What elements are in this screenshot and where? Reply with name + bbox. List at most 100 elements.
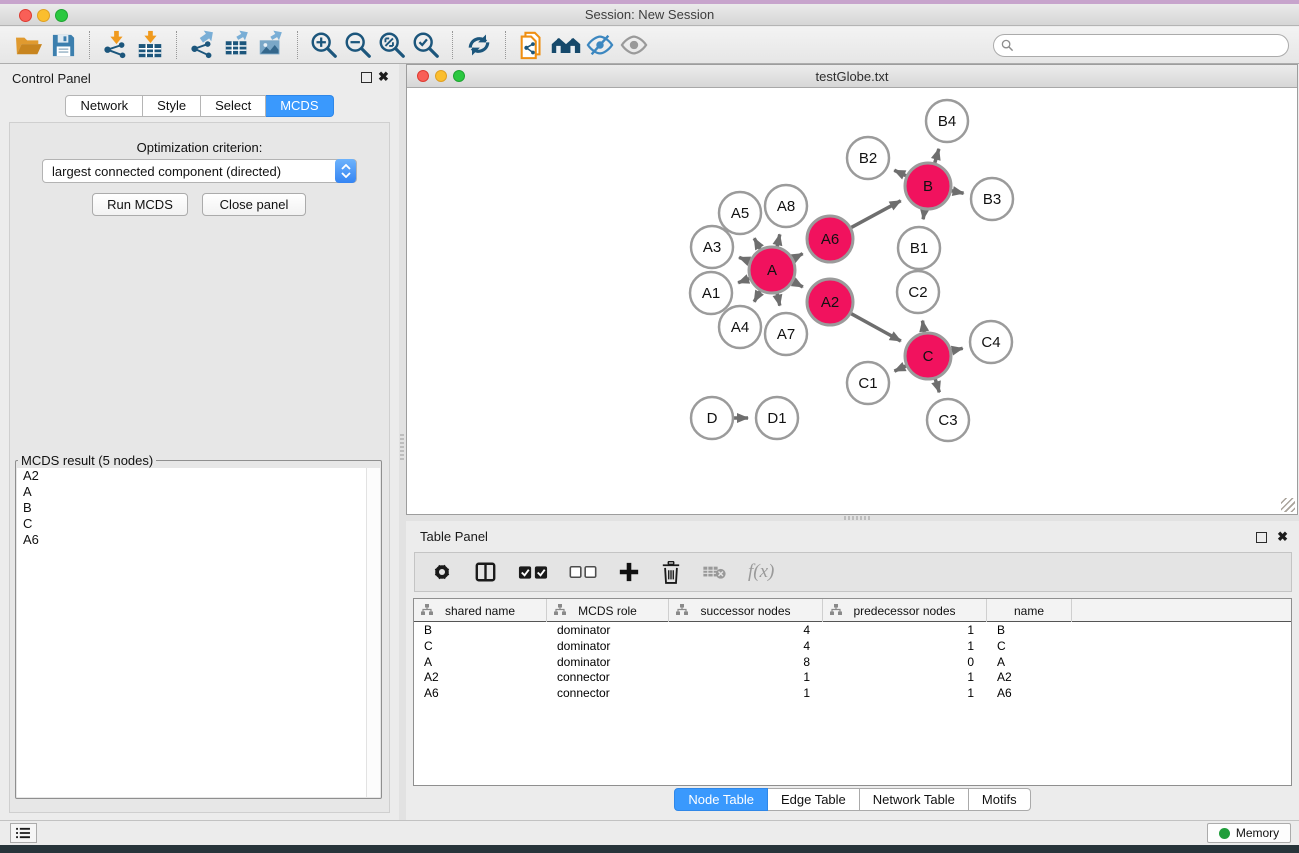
mcds-result-item[interactable]: B xyxy=(17,500,366,516)
table-cell[interactable]: connector xyxy=(547,669,669,685)
zoom-fit-icon[interactable] xyxy=(375,29,409,61)
table-row[interactable]: A2connector11A2 xyxy=(414,669,1291,685)
table-row[interactable]: Cdominator41C xyxy=(414,638,1291,654)
table-cell[interactable]: 8 xyxy=(669,654,823,670)
edge-B-B4[interactable] xyxy=(935,149,939,163)
table-cell[interactable]: A6 xyxy=(987,685,1072,701)
tab-select[interactable]: Select xyxy=(201,95,266,117)
node-A2[interactable]: A2 xyxy=(807,279,853,325)
divider-grip[interactable] xyxy=(400,434,404,460)
mcds-result-scrollbar[interactable] xyxy=(366,468,380,797)
table-cell[interactable]: C xyxy=(414,638,547,654)
network-canvas[interactable]: B4B2BB3A8A5A6A3B1AC2A1A2A4A7C4CC1C3DD1 xyxy=(407,89,1297,514)
node-D[interactable]: D xyxy=(691,397,733,439)
zoom-selected-icon[interactable] xyxy=(409,29,443,61)
table-cell[interactable]: A xyxy=(987,654,1072,670)
edge-A-A6[interactable] xyxy=(793,254,802,259)
function-builder-icon[interactable]: f(x) xyxy=(748,558,774,586)
memory-button[interactable]: Memory xyxy=(1207,823,1291,843)
edge-C-C3[interactable] xyxy=(935,379,939,392)
edge-B-B3[interactable] xyxy=(952,191,964,193)
table-cell[interactable]: dominator xyxy=(547,654,669,670)
node-A[interactable]: A xyxy=(749,247,795,293)
mcds-result-item[interactable]: A xyxy=(17,484,366,500)
table-cell[interactable]: C xyxy=(987,638,1072,654)
zoom-out-icon[interactable] xyxy=(341,29,375,61)
run-mcds-button[interactable]: Run MCDS xyxy=(92,193,188,216)
tab-node-table[interactable]: Node Table xyxy=(674,788,768,811)
deselect-all-checkboxes-icon[interactable] xyxy=(569,558,597,586)
table-cell[interactable]: 0 xyxy=(823,654,987,670)
node-B1[interactable]: B1 xyxy=(898,227,940,269)
column-header[interactable]: MCDS role xyxy=(547,599,669,622)
node-C1[interactable]: C1 xyxy=(847,362,889,404)
import-table-icon[interactable] xyxy=(133,29,167,61)
table-cell[interactable]: 4 xyxy=(669,638,823,654)
tab-network-table[interactable]: Network Table xyxy=(860,788,969,811)
node-C4[interactable]: C4 xyxy=(970,321,1012,363)
resize-grip-icon[interactable] xyxy=(1281,498,1295,512)
table-options-gear-icon[interactable] xyxy=(431,558,453,586)
select-all-checkboxes-icon[interactable] xyxy=(518,558,548,586)
column-header[interactable]: predecessor nodes xyxy=(823,599,987,622)
mcds-result-item[interactable]: A2 xyxy=(17,468,366,484)
table-cell[interactable]: B xyxy=(414,622,547,638)
export-table-icon[interactable] xyxy=(220,29,254,61)
import-network-icon[interactable] xyxy=(99,29,133,61)
edge-A-A7[interactable] xyxy=(777,293,780,305)
node-B2[interactable]: B2 xyxy=(847,137,889,179)
edge-B-B1[interactable] xyxy=(923,210,924,220)
table-cell[interactable]: B xyxy=(987,622,1072,638)
edge-B-B2[interactable] xyxy=(894,170,906,176)
tab-edge-table[interactable]: Edge Table xyxy=(768,788,860,811)
table-cell[interactable]: 1 xyxy=(823,685,987,701)
first-neighbors-icon[interactable] xyxy=(549,29,583,61)
tab-network[interactable]: Network xyxy=(65,95,143,117)
table-cell[interactable]: 1 xyxy=(823,669,987,685)
table-cell[interactable]: A2 xyxy=(414,669,547,685)
show-all-icon[interactable] xyxy=(617,29,651,61)
edge-A6-B[interactable] xyxy=(851,201,901,228)
task-history-button[interactable] xyxy=(10,823,37,843)
mcds-result-item[interactable]: A6 xyxy=(17,532,366,548)
delete-table-icon[interactable] xyxy=(702,558,727,586)
table-cell[interactable]: A6 xyxy=(414,685,547,701)
tab-style[interactable]: Style xyxy=(143,95,201,117)
node-C2[interactable]: C2 xyxy=(897,271,939,313)
edge-A-A3[interactable] xyxy=(739,257,750,261)
edge-C-C4[interactable] xyxy=(951,348,962,351)
mcds-result-item[interactable]: C xyxy=(17,516,366,532)
node-A7[interactable]: A7 xyxy=(765,313,807,355)
column-header[interactable]: name xyxy=(987,599,1072,622)
table-cell[interactable]: A xyxy=(414,654,547,670)
export-image-icon[interactable] xyxy=(254,29,288,61)
node-A8[interactable]: A8 xyxy=(765,185,807,227)
table-cell[interactable]: A2 xyxy=(987,669,1072,685)
node-B4[interactable]: B4 xyxy=(926,100,968,142)
node-A3[interactable]: A3 xyxy=(691,226,733,268)
mcds-result-list[interactable]: A2ABCA6 xyxy=(17,468,366,797)
table-cell[interactable]: 4 xyxy=(669,622,823,638)
open-session-icon[interactable] xyxy=(12,29,46,61)
node-C3[interactable]: C3 xyxy=(927,399,969,441)
table-row[interactable]: Bdominator41B xyxy=(414,622,1291,638)
table-row[interactable]: A6connector11A6 xyxy=(414,685,1291,701)
tab-mcds[interactable]: MCDS xyxy=(266,95,333,117)
edge-A-A5[interactable] xyxy=(754,238,760,249)
edge-A-A2[interactable] xyxy=(793,282,803,287)
edge-A-A8[interactable] xyxy=(777,234,780,246)
node-A5[interactable]: A5 xyxy=(719,192,761,234)
save-session-icon[interactable] xyxy=(46,29,80,61)
table-cell[interactable]: dominator xyxy=(547,622,669,638)
search-field[interactable] xyxy=(993,34,1289,57)
search-input[interactable] xyxy=(1018,37,1288,55)
close-panel-icon[interactable]: ✖ xyxy=(378,68,389,86)
delete-row-trash-icon[interactable] xyxy=(661,558,681,586)
new-network-from-selection-icon[interactable] xyxy=(515,29,549,61)
column-header[interactable]: shared name xyxy=(414,599,547,622)
export-network-icon[interactable] xyxy=(186,29,220,61)
edge-A2-C[interactable] xyxy=(851,314,901,341)
table-cell[interactable]: dominator xyxy=(547,638,669,654)
zoom-in-icon[interactable] xyxy=(307,29,341,61)
table-cell[interactable]: 1 xyxy=(823,638,987,654)
